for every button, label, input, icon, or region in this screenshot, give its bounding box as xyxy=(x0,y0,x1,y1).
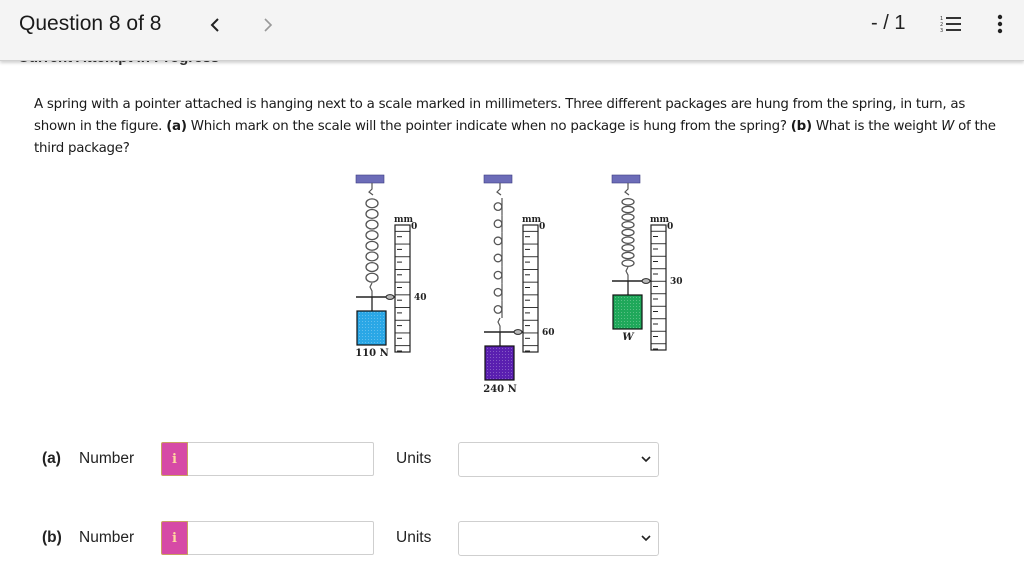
svg-text:3: 3 xyxy=(940,28,943,33)
spring-coil xyxy=(493,236,503,246)
pointer-tip xyxy=(385,294,395,300)
units-label: Units xyxy=(396,529,432,546)
number-input-a[interactable] xyxy=(188,442,374,476)
spring-coil xyxy=(621,236,635,245)
spring-wire xyxy=(624,183,630,196)
spring-coil xyxy=(365,208,379,220)
spring-coil xyxy=(493,202,503,212)
package-weight-label: 110 N xyxy=(355,348,389,359)
spring-coil xyxy=(493,219,503,229)
spring-coil xyxy=(621,197,635,206)
scale-zero-label: 0 xyxy=(667,222,673,232)
spring-coil xyxy=(365,230,379,241)
units-label: Units xyxy=(396,450,432,467)
question-text-part: What is the weight xyxy=(811,119,942,134)
question-header: Question 8 of 8 - / 1 1 2 3 xyxy=(0,0,1024,61)
spring-coil xyxy=(365,240,379,251)
spring-coil xyxy=(365,272,379,283)
ceiling-support xyxy=(355,174,385,184)
number-input-b[interactable] xyxy=(188,521,374,555)
package-texture xyxy=(357,311,386,345)
scale-zero-label: 0 xyxy=(539,222,545,232)
question-text: A spring with a pointer attached is hang… xyxy=(34,94,1009,160)
pointer-tip xyxy=(513,329,523,335)
units-select-b[interactable] xyxy=(458,521,659,556)
spring-wire xyxy=(368,183,374,196)
spring-coil xyxy=(493,270,503,280)
part-b-tag: (b) xyxy=(790,119,812,134)
spring-coil xyxy=(365,251,379,262)
spring-coil xyxy=(493,304,503,314)
part-label: (b) xyxy=(42,529,62,546)
next-question-button[interactable] xyxy=(258,12,278,40)
numbered-list-icon: 1 2 3 xyxy=(940,16,961,34)
part-label: (a) xyxy=(42,450,61,467)
package-weight-label: 240 N xyxy=(483,384,517,395)
vertical-ellipsis-icon xyxy=(997,14,1003,34)
pointer-reading-label: 30 xyxy=(670,277,683,287)
info-icon[interactable]: i xyxy=(161,442,188,476)
package-weight-label: W xyxy=(622,332,635,343)
spring-coil xyxy=(365,219,379,230)
spring-wire xyxy=(497,317,501,332)
pointer-reading-label: 40 xyxy=(414,293,427,303)
package-texture xyxy=(613,295,642,329)
question-text-part: Which mark on the scale will the pointer… xyxy=(186,119,791,134)
chevron-down-icon xyxy=(641,535,651,542)
spring-coil xyxy=(621,205,635,214)
ceiling-support xyxy=(483,174,513,184)
spring-coil xyxy=(621,259,635,268)
package-texture xyxy=(485,346,514,380)
spring-scale-figure: 110 Nmm040240 Nmm060 Wmm030 xyxy=(355,174,683,395)
spring-coil xyxy=(621,228,635,237)
number-label: Number xyxy=(79,450,135,467)
weight-variable: W xyxy=(941,119,955,134)
chevron-down-icon xyxy=(641,456,651,463)
units-select-a[interactable] xyxy=(458,442,659,477)
spring-setup-3: Wmm030 xyxy=(611,174,683,351)
spring-coil xyxy=(621,243,635,252)
answer-row-b: (b) Number i Units xyxy=(0,520,1024,556)
number-label: Number xyxy=(79,529,135,546)
spring-coil xyxy=(493,253,503,263)
part-a-tag: (a) xyxy=(166,119,187,134)
chevron-right-icon xyxy=(264,18,273,32)
spring-coil xyxy=(621,213,635,222)
previous-question-button[interactable] xyxy=(205,12,225,40)
spring-wire xyxy=(369,282,373,297)
scale-zero-label: 0 xyxy=(411,222,417,232)
pointer-reading-label: 60 xyxy=(542,328,555,338)
spring-wire xyxy=(625,266,629,281)
spring-wire xyxy=(496,183,502,196)
question-list-button[interactable]: 1 2 3 xyxy=(940,15,964,34)
answer-row-a: (a) Number i Units xyxy=(0,441,1024,477)
spring-setup-2: 240 Nmm060 xyxy=(483,174,555,395)
spring-coil xyxy=(365,198,379,209)
chevron-left-icon xyxy=(210,18,219,32)
info-icon[interactable]: i xyxy=(161,521,188,555)
more-options-button[interactable] xyxy=(995,14,1005,34)
spring-coil xyxy=(621,220,635,229)
spring-coil xyxy=(621,251,635,260)
question-counter: Question 8 of 8 xyxy=(19,12,162,35)
ceiling-support xyxy=(611,174,641,184)
spring-setup-1: 110 Nmm040 xyxy=(355,174,427,359)
spring-coil xyxy=(365,261,379,273)
question-score: - / 1 xyxy=(871,12,906,34)
pointer-tip xyxy=(641,278,651,284)
spring-coil xyxy=(493,287,503,297)
